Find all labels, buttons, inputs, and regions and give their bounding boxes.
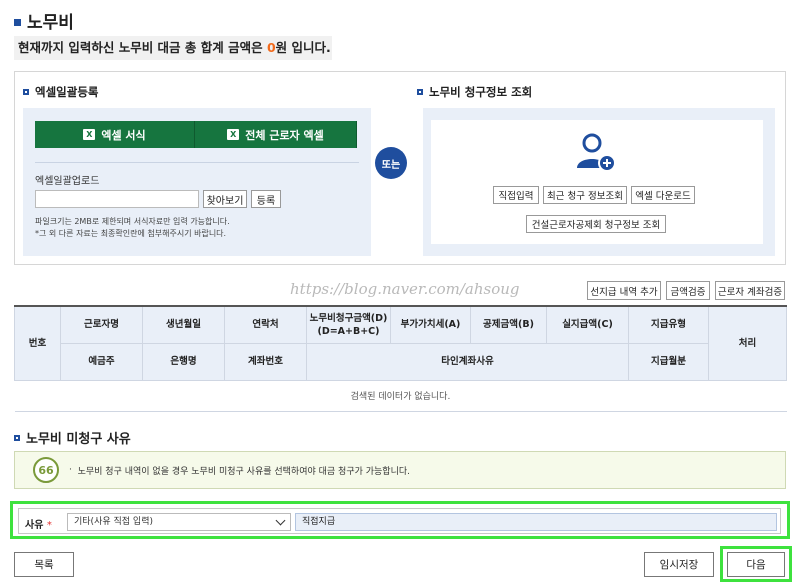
reason-highlight-box: 사유 * 기타(사유 직접 입력) 직접지급: [10, 501, 790, 539]
section-square-icon: [14, 434, 20, 441]
table-header-row: 예금주 은행명 계좌번호 타인계좌사유 지급월분: [15, 342, 787, 381]
col-payment-month: 지급월분: [628, 342, 709, 381]
reason-text-input[interactable]: 직접지급: [295, 513, 777, 531]
all-workers-excel-label: 전체 근로자 엑셀: [245, 128, 324, 142]
table-row: 검색된 데이터가 없습니다.: [14, 380, 787, 412]
title-bullet-icon: [14, 19, 21, 26]
reason-row: 사유 * 기타(사유 직접 입력) 직접지급: [18, 508, 781, 534]
section-square-icon: [23, 89, 29, 95]
registration-panel: 엑셀일괄등록 X 엑셀 서식 X 전체 근로자 엑셀 엑셀일괄업로드 찾아보기 …: [14, 71, 786, 265]
unclaimed-notice: 66 · 노무비 청구 내역이 없을 경우 노무비 미청구 사유를 선택하여야 …: [14, 451, 786, 489]
claim-amount-label: 노무비청구금액(D): [309, 312, 388, 324]
summary-suffix: 원 입니다.: [275, 40, 331, 55]
excel-icon: X: [227, 129, 240, 140]
excel-upload-label: 엑셀일괄업로드: [35, 176, 100, 187]
col-no: 번호: [14, 305, 61, 381]
add-user-icon: [577, 133, 616, 172]
col-vat: 부가가치세(A): [390, 305, 471, 344]
summary-prefix: 현재까지 입력하신 노무비 대금 총 합계 금액은: [18, 40, 267, 55]
col-payment-type: 지급유형: [628, 305, 709, 344]
claim-section-title: 노무비 청구정보 조회: [429, 85, 533, 99]
register-button[interactable]: 등록: [251, 190, 281, 208]
claim-formula-label: (D=A+B+C): [317, 325, 380, 337]
col-account-holder: 예금주: [60, 342, 143, 381]
claim-lookup-inner: 직접입력 최근 청구 정보조회 엑셀 다운로드 건설근로자공제회 청구정보 조회: [431, 120, 763, 244]
worker-account-check-button[interactable]: 근로자 계좌검증: [715, 281, 785, 300]
empty-table-message: 검색된 데이터가 없습니다.: [14, 380, 787, 412]
claim-section-heading: 노무비 청구정보 조회: [417, 84, 532, 100]
summary-amount: 0: [266, 40, 276, 55]
col-actual-payment: 실지급액(C): [546, 305, 629, 344]
list-button[interactable]: 목록: [14, 552, 74, 577]
chevron-down-icon: [275, 515, 286, 526]
blog-watermark: https://blog.naver.com/ahsoug: [290, 280, 520, 298]
col-claim-amount: 노무비청구금액(D) (D=A+B+C): [306, 305, 391, 344]
quote-icon: 66: [33, 457, 59, 483]
section-square-icon: [417, 89, 423, 95]
amount-check-button[interactable]: 금액검증: [666, 281, 710, 300]
col-contact: 연락처: [224, 305, 307, 344]
col-worker-name: 근로자명: [60, 305, 143, 344]
excel-upload-box: X 엑셀 서식 X 전체 근로자 엑셀 엑셀일괄업로드 찾아보기 등록 파일크기…: [23, 108, 371, 256]
table-header-row: 번호 근로자명 생년월일 연락처 노무비청구금액(D) (D=A+B+C) 부가가…: [14, 305, 787, 381]
excel-form-button[interactable]: X 엑셀 서식: [35, 121, 195, 148]
reason-label-text: 사유: [25, 520, 44, 531]
or-badge: 또는: [375, 147, 407, 179]
reason-select[interactable]: 기타(사유 직접 입력): [67, 513, 291, 531]
page-title: 노무비: [14, 8, 74, 33]
col-birth-date: 생년월일: [142, 305, 225, 344]
unclaimed-section-title: 노무비 미청구 사유: [26, 432, 131, 447]
labor-cost-table: 번호 근로자명 생년월일 연락처 노무비청구금액(D) (D=A+B+C) 부가가…: [14, 305, 787, 412]
cwma-claim-lookup-button[interactable]: 건설근로자공제회 청구정보 조회: [526, 215, 666, 233]
excel-section-title: 엑셀일괄등록: [35, 85, 99, 99]
reason-selected-value: 기타(사유 직접 입력): [74, 517, 153, 527]
excel-download-button[interactable]: 엑셀 다운로드: [631, 186, 695, 204]
notice-bullet: ·: [69, 465, 78, 475]
required-mark: *: [46, 520, 52, 531]
direct-input-button[interactable]: 직접입력: [493, 186, 539, 204]
unclaimed-section-heading: 노무비 미청구 사유: [14, 428, 131, 447]
recent-claim-lookup-button[interactable]: 최근 청구 정보조회: [543, 186, 627, 204]
excel-form-label: 엑셀 서식: [101, 128, 146, 142]
col-deduction: 공제금액(B): [470, 305, 547, 344]
notice-text: 노무비 청구 내역이 없을 경우 노무비 미청구 사유를 선택하여야 대금 청구…: [77, 466, 411, 477]
total-amount-summary: 현재까지 입력하신 노무비 대금 총 합계 금액은 0원 입니다.: [14, 36, 332, 60]
attachment-note: *그 외 다른 자료는 최종확인란에 첨부해주시기 바랍니다.: [35, 229, 227, 238]
col-third-party-reason: 타인계좌사유: [306, 342, 629, 381]
file-path-input[interactable]: [35, 190, 199, 208]
col-account-number: 계좌번호: [224, 342, 307, 381]
reason-label: 사유 *: [25, 516, 52, 531]
excel-icon: X: [83, 129, 96, 140]
advance-payment-add-button[interactable]: 선지급 내역 추가: [587, 281, 661, 300]
claim-lookup-box: 직접입력 최근 청구 정보조회 엑셀 다운로드 건설근로자공제회 청구정보 조회: [423, 108, 775, 256]
page-title-text: 노무비: [27, 13, 74, 33]
col-action: 처리: [708, 305, 787, 381]
file-size-note: 파일크기는 2MB로 제한되며 서식자료만 입력 가능합니다.: [35, 217, 230, 226]
temp-save-button[interactable]: 임시저장: [644, 552, 714, 577]
next-button[interactable]: 다음: [727, 552, 785, 577]
browse-button[interactable]: 찾아보기: [203, 190, 247, 208]
all-workers-excel-button[interactable]: X 전체 근로자 엑셀: [195, 121, 357, 148]
excel-section-heading: 엑셀일괄등록: [23, 84, 98, 100]
divider: [35, 162, 359, 163]
col-bank-name: 은행명: [142, 342, 225, 381]
